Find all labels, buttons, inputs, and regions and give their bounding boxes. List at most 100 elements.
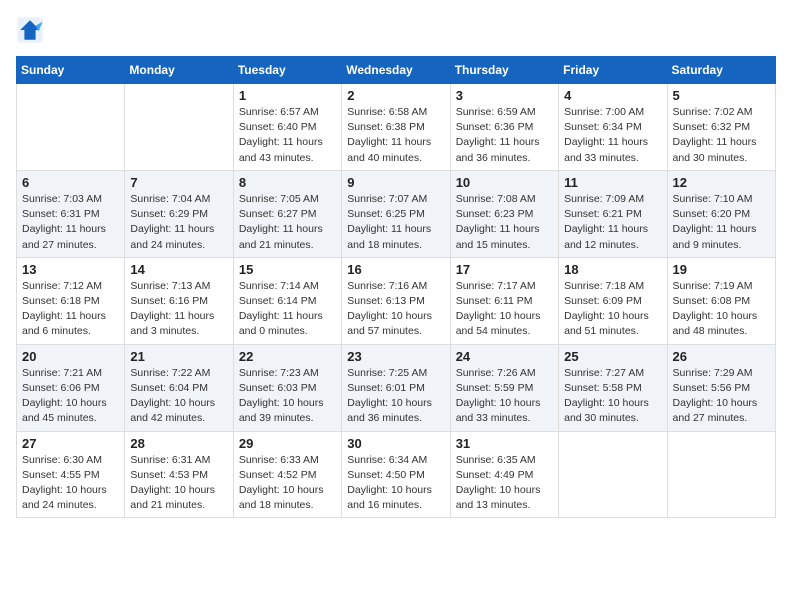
day-number: 15 xyxy=(239,262,336,277)
day-number: 19 xyxy=(673,262,770,277)
calendar-cell: 12 Sunrise: 7:10 AMSunset: 6:20 PMDayligh… xyxy=(667,170,775,257)
calendar-cell: 8 Sunrise: 7:05 AMSunset: 6:27 PMDaylight… xyxy=(233,170,341,257)
day-number: 25 xyxy=(564,349,661,364)
day-number: 20 xyxy=(22,349,119,364)
day-info: Sunrise: 6:57 AMSunset: 6:40 PMDaylight:… xyxy=(239,105,336,166)
day-info: Sunrise: 7:03 AMSunset: 6:31 PMDaylight:… xyxy=(22,192,119,253)
dow-header-monday: Monday xyxy=(125,57,233,84)
calendar-cell: 18 Sunrise: 7:18 AMSunset: 6:09 PMDayligh… xyxy=(559,257,667,344)
day-info: Sunrise: 7:13 AMSunset: 6:16 PMDaylight:… xyxy=(130,279,227,340)
calendar-cell: 21 Sunrise: 7:22 AMSunset: 6:04 PMDayligh… xyxy=(125,344,233,431)
dow-header-thursday: Thursday xyxy=(450,57,558,84)
day-info: Sunrise: 7:04 AMSunset: 6:29 PMDaylight:… xyxy=(130,192,227,253)
day-info: Sunrise: 7:26 AMSunset: 5:59 PMDaylight:… xyxy=(456,366,553,427)
day-number: 18 xyxy=(564,262,661,277)
day-info: Sunrise: 7:19 AMSunset: 6:08 PMDaylight:… xyxy=(673,279,770,340)
day-info: Sunrise: 7:17 AMSunset: 6:11 PMDaylight:… xyxy=(456,279,553,340)
day-number: 26 xyxy=(673,349,770,364)
day-info: Sunrise: 7:08 AMSunset: 6:23 PMDaylight:… xyxy=(456,192,553,253)
day-info: Sunrise: 6:34 AMSunset: 4:50 PMDaylight:… xyxy=(347,453,444,514)
calendar-cell: 7 Sunrise: 7:04 AMSunset: 6:29 PMDaylight… xyxy=(125,170,233,257)
calendar-cell: 26 Sunrise: 7:29 AMSunset: 5:56 PMDayligh… xyxy=(667,344,775,431)
calendar-cell: 28 Sunrise: 6:31 AMSunset: 4:53 PMDayligh… xyxy=(125,431,233,518)
calendar-cell: 20 Sunrise: 7:21 AMSunset: 6:06 PMDayligh… xyxy=(17,344,125,431)
calendar-cell: 1 Sunrise: 6:57 AMSunset: 6:40 PMDaylight… xyxy=(233,84,341,171)
day-number: 2 xyxy=(347,88,444,103)
calendar-cell: 29 Sunrise: 6:33 AMSunset: 4:52 PMDayligh… xyxy=(233,431,341,518)
day-number: 16 xyxy=(347,262,444,277)
day-number: 7 xyxy=(130,175,227,190)
day-info: Sunrise: 7:27 AMSunset: 5:58 PMDaylight:… xyxy=(564,366,661,427)
calendar-cell: 5Sunrise: 7:02 AMSunset: 6:32 PMDaylight… xyxy=(667,84,775,171)
day-number: 14 xyxy=(130,262,227,277)
day-info: Sunrise: 7:12 AMSunset: 6:18 PMDaylight:… xyxy=(22,279,119,340)
dow-header-wednesday: Wednesday xyxy=(342,57,450,84)
day-info: Sunrise: 7:22 AMSunset: 6:04 PMDaylight:… xyxy=(130,366,227,427)
dow-header-saturday: Saturday xyxy=(667,57,775,84)
dow-header-tuesday: Tuesday xyxy=(233,57,341,84)
day-info: Sunrise: 7:09 AMSunset: 6:21 PMDaylight:… xyxy=(564,192,661,253)
calendar-cell: 22Sunrise: 7:23 AMSunset: 6:03 PMDayligh… xyxy=(233,344,341,431)
day-info: Sunrise: 6:30 AMSunset: 4:55 PMDaylight:… xyxy=(22,453,119,514)
day-info: Sunrise: 6:58 AMSunset: 6:38 PMDaylight:… xyxy=(347,105,444,166)
calendar-cell: 27 Sunrise: 6:30 AMSunset: 4:55 PMDayligh… xyxy=(17,431,125,518)
day-number: 4 xyxy=(564,88,661,103)
day-info: Sunrise: 6:59 AMSunset: 6:36 PMDaylight:… xyxy=(456,105,553,166)
calendar-cell xyxy=(667,431,775,518)
calendar-cell: 11Sunrise: 7:09 AMSunset: 6:21 PMDayligh… xyxy=(559,170,667,257)
day-info: Sunrise: 7:18 AMSunset: 6:09 PMDaylight:… xyxy=(564,279,661,340)
day-info: Sunrise: 7:05 AMSunset: 6:27 PMDaylight:… xyxy=(239,192,336,253)
calendar-cell xyxy=(125,84,233,171)
calendar-cell: 6 Sunrise: 7:03 AMSunset: 6:31 PMDaylight… xyxy=(17,170,125,257)
day-number: 21 xyxy=(130,349,227,364)
calendar-cell xyxy=(559,431,667,518)
calendar-cell: 3 Sunrise: 6:59 AMSunset: 6:36 PMDaylight… xyxy=(450,84,558,171)
page-header xyxy=(16,16,776,44)
day-number: 1 xyxy=(239,88,336,103)
dow-header-sunday: Sunday xyxy=(17,57,125,84)
day-number: 27 xyxy=(22,436,119,451)
day-number: 8 xyxy=(239,175,336,190)
day-number: 12 xyxy=(673,175,770,190)
day-info: Sunrise: 7:14 AMSunset: 6:14 PMDaylight:… xyxy=(239,279,336,340)
day-number: 6 xyxy=(22,175,119,190)
calendar-cell: 10 Sunrise: 7:08 AMSunset: 6:23 PMDayligh… xyxy=(450,170,558,257)
calendar-cell: 2 Sunrise: 6:58 AMSunset: 6:38 PMDaylight… xyxy=(342,84,450,171)
day-info: Sunrise: 6:31 AMSunset: 4:53 PMDaylight:… xyxy=(130,453,227,514)
calendar-table: SundayMondayTuesdayWednesdayThursdayFrid… xyxy=(16,56,776,518)
calendar-cell: 19 Sunrise: 7:19 AMSunset: 6:08 PMDayligh… xyxy=(667,257,775,344)
dow-header-friday: Friday xyxy=(559,57,667,84)
day-info: Sunrise: 7:29 AMSunset: 5:56 PMDaylight:… xyxy=(673,366,770,427)
calendar-cell: 31 Sunrise: 6:35 AMSunset: 4:49 PMDayligh… xyxy=(450,431,558,518)
day-number: 30 xyxy=(347,436,444,451)
calendar-cell: 17 Sunrise: 7:17 AMSunset: 6:11 PMDayligh… xyxy=(450,257,558,344)
calendar-cell: 9 Sunrise: 7:07 AMSunset: 6:25 PMDaylight… xyxy=(342,170,450,257)
calendar-cell: 14 Sunrise: 7:13 AMSunset: 6:16 PMDayligh… xyxy=(125,257,233,344)
day-number: 29 xyxy=(239,436,336,451)
day-number: 9 xyxy=(347,175,444,190)
calendar-cell: 30 Sunrise: 6:34 AMSunset: 4:50 PMDayligh… xyxy=(342,431,450,518)
logo xyxy=(16,16,48,44)
day-info: Sunrise: 7:25 AMSunset: 6:01 PMDaylight:… xyxy=(347,366,444,427)
day-info: Sunrise: 7:00 AMSunset: 6:34 PMDaylight:… xyxy=(564,105,661,166)
day-info: Sunrise: 7:02 AMSunset: 6:32 PMDaylight:… xyxy=(673,105,770,166)
day-info: Sunrise: 7:16 AMSunset: 6:13 PMDaylight:… xyxy=(347,279,444,340)
calendar-cell: 24 Sunrise: 7:26 AMSunset: 5:59 PMDayligh… xyxy=(450,344,558,431)
day-number: 24 xyxy=(456,349,553,364)
calendar-cell: 16 Sunrise: 7:16 AMSunset: 6:13 PMDayligh… xyxy=(342,257,450,344)
day-number: 31 xyxy=(456,436,553,451)
day-number: 3 xyxy=(456,88,553,103)
day-number: 17 xyxy=(456,262,553,277)
day-number: 10 xyxy=(456,175,553,190)
day-info: Sunrise: 6:33 AMSunset: 4:52 PMDaylight:… xyxy=(239,453,336,514)
calendar-cell: 23Sunrise: 7:25 AMSunset: 6:01 PMDayligh… xyxy=(342,344,450,431)
day-number: 13 xyxy=(22,262,119,277)
day-info: Sunrise: 6:35 AMSunset: 4:49 PMDaylight:… xyxy=(456,453,553,514)
day-number: 28 xyxy=(130,436,227,451)
day-info: Sunrise: 7:21 AMSunset: 6:06 PMDaylight:… xyxy=(22,366,119,427)
calendar-cell: 25 Sunrise: 7:27 AMSunset: 5:58 PMDayligh… xyxy=(559,344,667,431)
day-info: Sunrise: 7:07 AMSunset: 6:25 PMDaylight:… xyxy=(347,192,444,253)
day-info: Sunrise: 7:23 AMSunset: 6:03 PMDaylight:… xyxy=(239,366,336,427)
calendar-cell: 4 Sunrise: 7:00 AMSunset: 6:34 PMDaylight… xyxy=(559,84,667,171)
day-info: Sunrise: 7:10 AMSunset: 6:20 PMDaylight:… xyxy=(673,192,770,253)
